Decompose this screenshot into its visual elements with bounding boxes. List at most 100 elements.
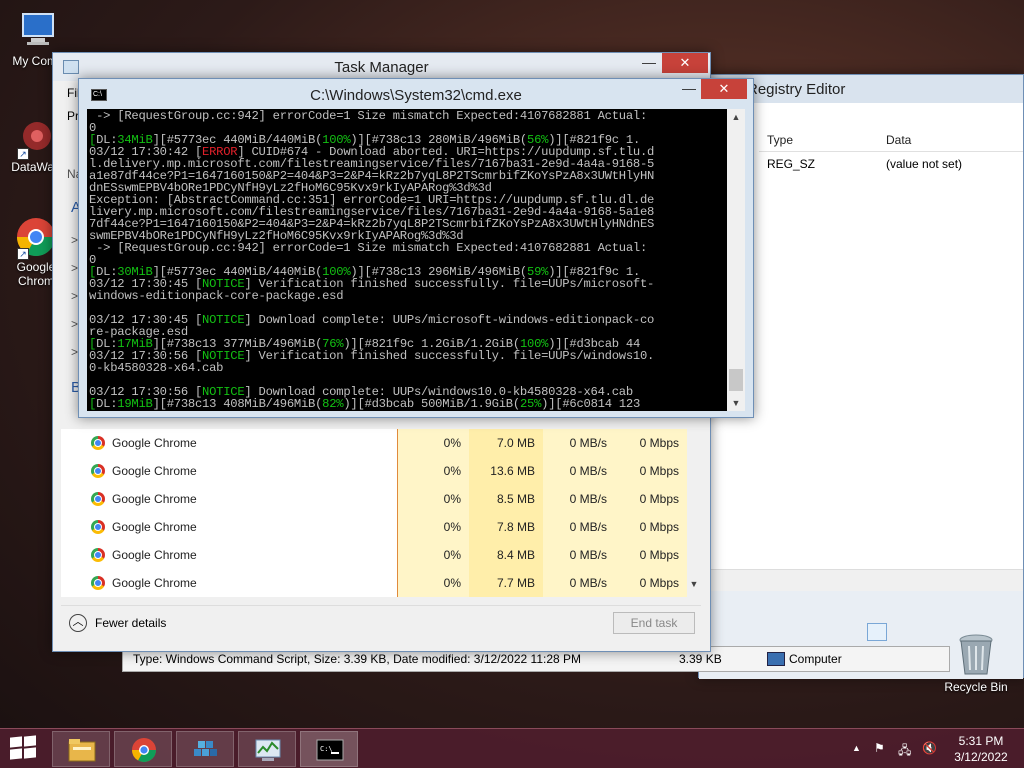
console-text: NOTICE <box>202 313 245 327</box>
taskbar: C:\ ▲ ⚑ 🖧 🔇 5:31 PM 3/12/2022 <box>0 728 1024 768</box>
table-row[interactable]: Google Chrome 0% 7.0 MB 0 MB/s 0 Mbps <box>61 429 687 457</box>
desktop-icon-label: Google Chrom <box>16 260 56 288</box>
scroll-down-icon[interactable]: ▼ <box>687 579 701 595</box>
windows-logo-icon <box>10 736 22 748</box>
cpu-cell: 0% <box>397 429 469 457</box>
recycle-bin-icon <box>956 632 996 676</box>
table-row[interactable]: Google Chrome 0% 7.7 MB 0 MB/s 0 Mbps <box>61 569 687 597</box>
expand-chevron-icon[interactable]: > <box>71 345 78 359</box>
console-line: -> [RequestGroup.cc:942] errorCode=1 Siz… <box>89 242 725 254</box>
memory-cell: 7.0 MB <box>469 429 543 457</box>
cmd-titlebar[interactable]: C:\ C:\Windows\System32\cmd.exe — ✕ <box>79 79 753 109</box>
volume-muted-icon[interactable]: 🔇 <box>922 741 937 755</box>
process-name: Google Chrome <box>112 576 197 590</box>
task-manager-footer: ︿ Fewer details End task <box>61 605 701 645</box>
console-text: -> [RequestGroup.cc:942] errorCode=1 Siz… <box>89 109 648 123</box>
memory-cell: 7.8 MB <box>469 513 543 541</box>
disk-cell: 0 MB/s <box>543 513 615 541</box>
console-line: [DL:19MiB][#738c13 408MiB/496MiB(82%)][#… <box>89 398 725 410</box>
chrome-icon <box>91 548 105 562</box>
console-line: windows-editionpack-core-package.esd <box>89 290 725 302</box>
console-line: 0-kb4580328-x64.cab <box>89 362 725 374</box>
console-text: windows-editionpack-core-package.esd <box>89 289 344 303</box>
network-cell: 0 Mbps <box>615 429 687 457</box>
action-center-flag-icon[interactable]: ⚑ <box>874 741 885 755</box>
console-output[interactable]: -> [RequestGroup.cc:942] errorCode=1 Siz… <box>87 109 727 411</box>
clock-time: 5:31 PM <box>958 734 1004 748</box>
network-cell: 0 Mbps <box>615 457 687 485</box>
registry-value-row[interactable]: REG_SZ (value not set) <box>759 157 1023 175</box>
value-data: (value not set) <box>886 157 963 171</box>
console-text: 82% <box>322 397 344 411</box>
cpu-cell: 0% <box>397 541 469 569</box>
expand-chevron-icon[interactable]: > <box>71 261 78 275</box>
cpu-cell: 0% <box>397 569 469 597</box>
chrome-icon <box>91 492 105 506</box>
horizontal-scrollbar[interactable] <box>699 569 1023 591</box>
console-text: ] Verification finished successfully. fi… <box>244 349 655 363</box>
column-header-type[interactable]: Type <box>767 133 793 147</box>
expand-chevron-icon[interactable]: > <box>71 233 78 247</box>
scrollbar-thumb[interactable] <box>729 369 743 391</box>
close-button[interactable]: ✕ <box>701 79 747 99</box>
close-button[interactable]: ✕ <box>662 53 708 73</box>
table-row[interactable]: Google Chrome 0% 8.4 MB 0 MB/s 0 Mbps <box>61 541 687 569</box>
column-header-data[interactable]: Data <box>886 133 911 147</box>
start-button[interactable] <box>10 735 38 761</box>
console-text: -> [RequestGroup.cc:942] errorCode=1 Siz… <box>89 241 648 255</box>
network-cell: 0 Mbps <box>615 541 687 569</box>
task-manager-titlebar[interactable]: Task Manager — ✕ <box>53 53 710 81</box>
network-cell: 0 Mbps <box>615 513 687 541</box>
console-text: 0-kb4580328-x64.cab <box>89 361 224 375</box>
chrome-icon <box>91 436 105 450</box>
scroll-up-icon[interactable]: ▲ <box>727 109 745 125</box>
taskbar-task-manager[interactable] <box>238 731 296 767</box>
process-name: Google Chrome <box>112 548 197 562</box>
taskbar-cmd[interactable]: C:\ <box>300 731 358 767</box>
status-item-details: Type: Windows Command Script, Size: 3.39… <box>133 652 582 666</box>
table-row[interactable]: Google Chrome 0% 13.6 MB 0 MB/s 0 Mbps <box>61 457 687 485</box>
computer-icon <box>767 652 785 666</box>
chrome-icon: ↗ <box>15 216 57 260</box>
table-row[interactable]: Google Chrome 0% 8.5 MB 0 MB/s 0 Mbps <box>61 485 687 513</box>
windows-logo-icon <box>10 748 22 760</box>
process-name: Google Chrome <box>112 436 197 450</box>
vertical-scrollbar[interactable]: ▲ ▼ <box>727 109 745 411</box>
details-view-icon[interactable] <box>867 623 887 641</box>
chevron-up-icon[interactable]: ︿ <box>69 614 87 632</box>
minimize-button[interactable]: — <box>675 79 703 99</box>
desktop-icon-label: Recycle Bin <box>944 680 1008 694</box>
show-hidden-icons-icon[interactable]: ▲ <box>852 743 861 753</box>
vertical-scrollbar[interactable]: ▼ <box>687 429 701 597</box>
console-text: ] Download complete: UUPs/microsoft-wind… <box>244 313 655 327</box>
desktop-icon-recycle-bin[interactable]: Recycle Bin <box>940 632 1012 694</box>
cpu-cell: 0% <box>397 457 469 485</box>
shortcut-arrow-icon: ↗ <box>17 148 29 160</box>
end-task-button[interactable]: End task <box>613 612 695 634</box>
fewer-details-link[interactable]: Fewer details <box>95 616 166 630</box>
expand-chevron-icon[interactable]: > <box>71 289 78 303</box>
disk-cell: 0 MB/s <box>543 457 615 485</box>
window-title: Registry Editor <box>747 81 846 98</box>
network-icon[interactable]: 🖧 <box>898 741 911 762</box>
clock-date: 3/12/2022 <box>954 750 1008 764</box>
value-type: REG_SZ <box>767 157 816 171</box>
minimize-button[interactable]: — <box>635 53 663 73</box>
cmd-window[interactable]: C:\ C:\Windows\System32\cmd.exe — ✕ -> [… <box>78 78 754 418</box>
window-title: Task Manager <box>334 59 429 76</box>
taskbar-google-chrome[interactable] <box>114 731 172 767</box>
registry-column-headers: Type Data <box>759 128 1023 152</box>
large-icons-view-icon[interactable] <box>891 623 911 641</box>
table-row[interactable]: Google Chrome 0% 7.8 MB 0 MB/s 0 Mbps <box>61 513 687 541</box>
datawag-icon: ↗ <box>15 116 57 160</box>
network-cell: 0 Mbps <box>615 485 687 513</box>
expand-chevron-icon[interactable]: > <box>71 317 78 331</box>
taskbar-file-explorer[interactable] <box>52 731 110 767</box>
process-name: Google Chrome <box>112 464 197 478</box>
process-list[interactable]: Google Chrome 0% 7.0 MB 0 MB/s 0 Mbps Go… <box>61 429 701 597</box>
console-text: )][#d3bcab 500MiB/1.9GiB( <box>343 397 520 411</box>
taskbar-registry-editor[interactable] <box>176 731 234 767</box>
scroll-down-icon[interactable]: ▼ <box>727 395 745 411</box>
system-clock[interactable]: 5:31 PM 3/12/2022 <box>948 733 1014 765</box>
console-line: -> [RequestGroup.cc:942] errorCode=1 Siz… <box>89 110 725 122</box>
